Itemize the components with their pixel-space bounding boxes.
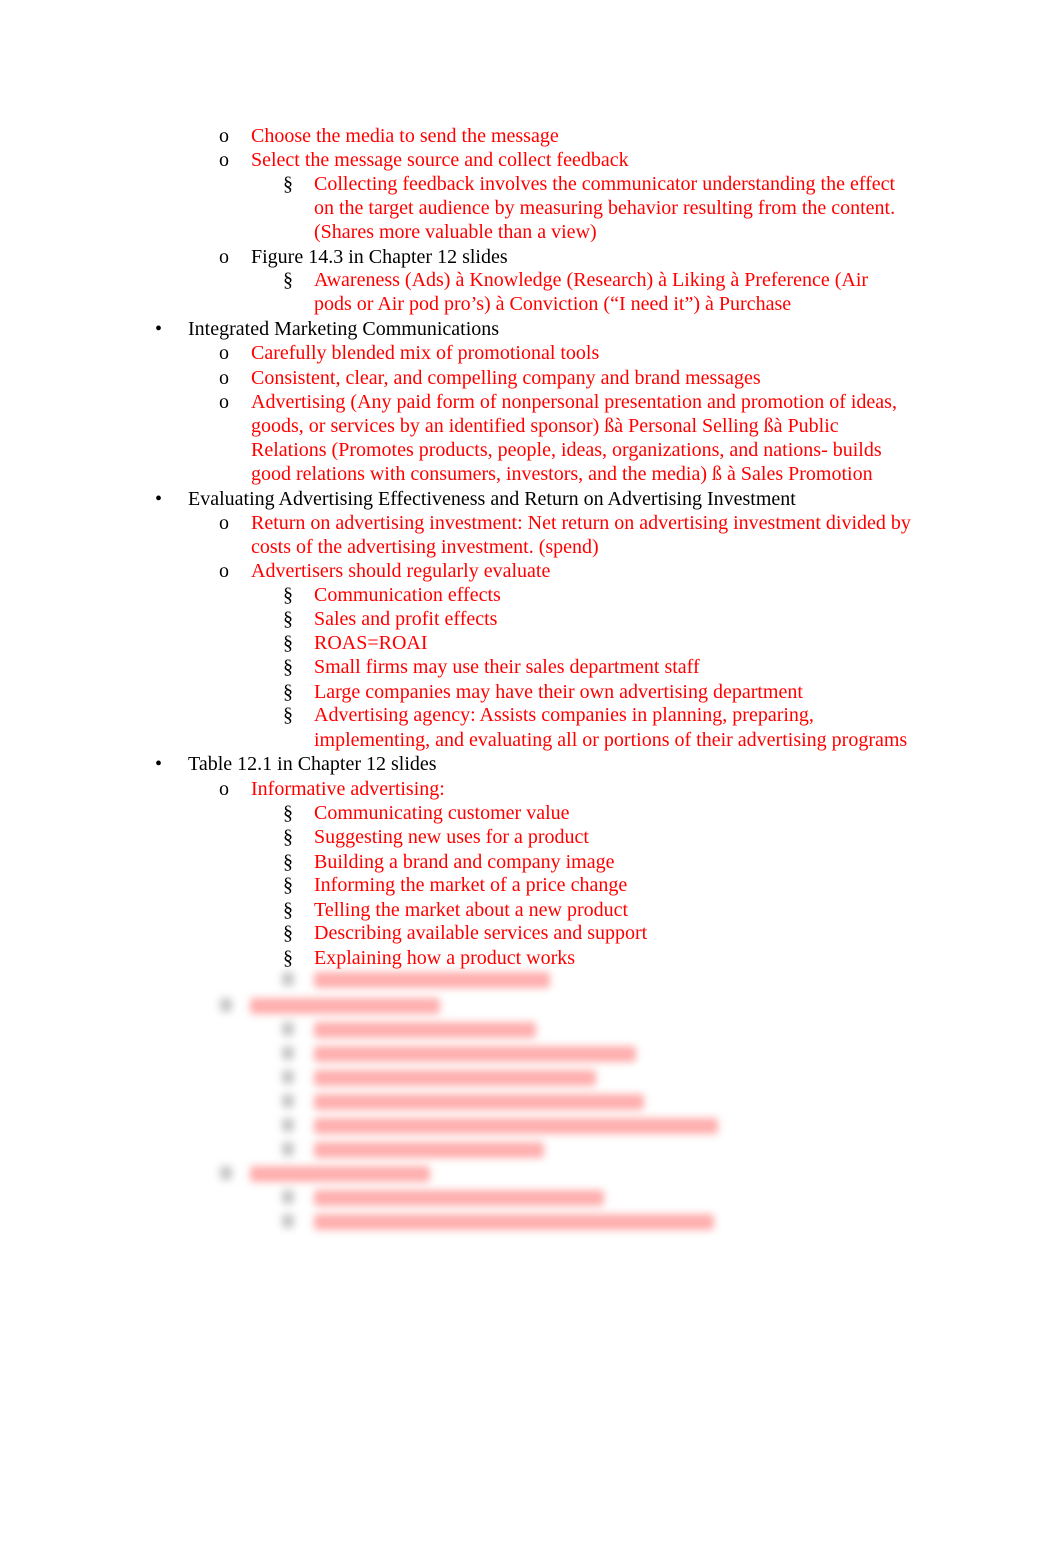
outline-item-level-2: costs of the advertising investment. (sp… [251, 536, 599, 558]
bullet-marker: • [155, 318, 163, 340]
bullet-marker: • [155, 753, 163, 775]
section-bullet-marker: § [283, 704, 293, 726]
outline-item-level-3: Awareness (Ads) à Knowledge (Research) à… [314, 269, 869, 291]
circle-bullet-marker: o [219, 246, 229, 268]
circle-bullet-marker: o [219, 778, 229, 800]
outline-item-level-2: Consistent, clear, and compelling compan… [251, 367, 761, 389]
outline-item-level-1: Table 12.1 in Chapter 12 slides [188, 753, 437, 775]
outline-item-level-3: pods or Air pod pro’s) à Conviction (“I … [314, 293, 792, 315]
outline-item-level-2: Advertisers should regularly evaluate [251, 560, 551, 582]
outline-item-level-3: Collecting feedback involves the communi… [314, 173, 896, 195]
outline-item-level-1: Evaluating Advertising Effectiveness and… [188, 488, 796, 510]
outline-item-level-3: Small firms may use their sales departme… [314, 656, 700, 678]
outline-item-level-2: Carefully blended mix of promotional too… [251, 342, 600, 364]
section-bullet-marker: § [283, 874, 293, 896]
outline-item-level-3: Advertising agency: Assists companies in… [314, 704, 814, 726]
document-page: o Choose the media to send the message o Se… [0, 0, 1062, 1561]
outline-item-level-3: Sales and profit effects [314, 608, 498, 630]
outline-item-level-3: Large companies may have their own adver… [314, 681, 803, 703]
circle-bullet-marker: o [219, 149, 229, 171]
section-bullet-marker: § [283, 922, 293, 944]
section-bullet-marker: § [283, 608, 293, 630]
outline-item-level-3: ROAS=ROAI [314, 632, 428, 654]
outline-item-level-3: on the target audience by measuring beha… [314, 197, 896, 219]
section-bullet-marker: § [283, 851, 293, 873]
outline-item-level-3: Communication effects [314, 584, 501, 606]
outline-item-level-2: Choose the media to send the message [251, 125, 559, 147]
outline-item-level-3: Suggesting new uses for a product [314, 826, 589, 848]
outline-item-level-3: Informing the market of a price change [314, 874, 628, 896]
outline-item-level-3: Describing available services and suppor… [314, 922, 648, 944]
outline-item-level-2: Relations (Promotes products, people, id… [251, 439, 882, 461]
section-bullet-marker: § [283, 656, 293, 678]
bullet-marker: • [155, 488, 163, 510]
outline-item-level-3: implementing, and evaluating all or port… [314, 729, 908, 751]
circle-bullet-marker: o [219, 367, 229, 389]
section-bullet-marker: § [283, 826, 293, 848]
outline-item-level-2: good relations with consumers, investors… [251, 463, 873, 485]
outline-item-level-2: Figure 14.3 in Chapter 12 slides [251, 246, 508, 268]
circle-bullet-marker: o [219, 342, 229, 364]
section-bullet-marker: § [283, 947, 293, 969]
outline-item-level-3: Building a brand and company image [314, 851, 615, 873]
circle-bullet-marker: o [219, 560, 229, 582]
outline-item-level-2: goods, or services by an identified spon… [251, 415, 839, 437]
outline-item-level-3: Telling the market about a new product [314, 899, 629, 921]
outline-item-level-3: Communicating customer value [314, 802, 570, 824]
section-bullet-marker: § [283, 269, 293, 291]
circle-bullet-marker: o [219, 125, 229, 147]
section-bullet-marker: § [283, 899, 293, 921]
outline-item-level-2: Select the message source and collect fe… [251, 149, 629, 171]
circle-bullet-marker: o [219, 512, 229, 534]
section-bullet-marker: § [283, 632, 293, 654]
outline-item-level-3: Explaining how a product works [314, 947, 576, 969]
outline-item-level-3: (Shares more valuable than a view) [314, 221, 597, 243]
outline-item-level-2: Advertising (Any paid form of nonpersona… [251, 391, 897, 413]
outline-item-level-2: Return on advertising investment: Net re… [251, 512, 911, 534]
circle-bullet-marker: o [219, 391, 229, 413]
section-bullet-marker: § [283, 681, 293, 703]
section-bullet-marker: § [283, 173, 293, 195]
section-bullet-marker: § [283, 802, 293, 824]
outline-item-level-1: Integrated Marketing Communications [188, 318, 500, 340]
section-bullet-marker: § [283, 584, 293, 606]
outline-item-level-2: Informative advertising: [251, 778, 445, 800]
blurred-preview-content [200, 968, 760, 1238]
